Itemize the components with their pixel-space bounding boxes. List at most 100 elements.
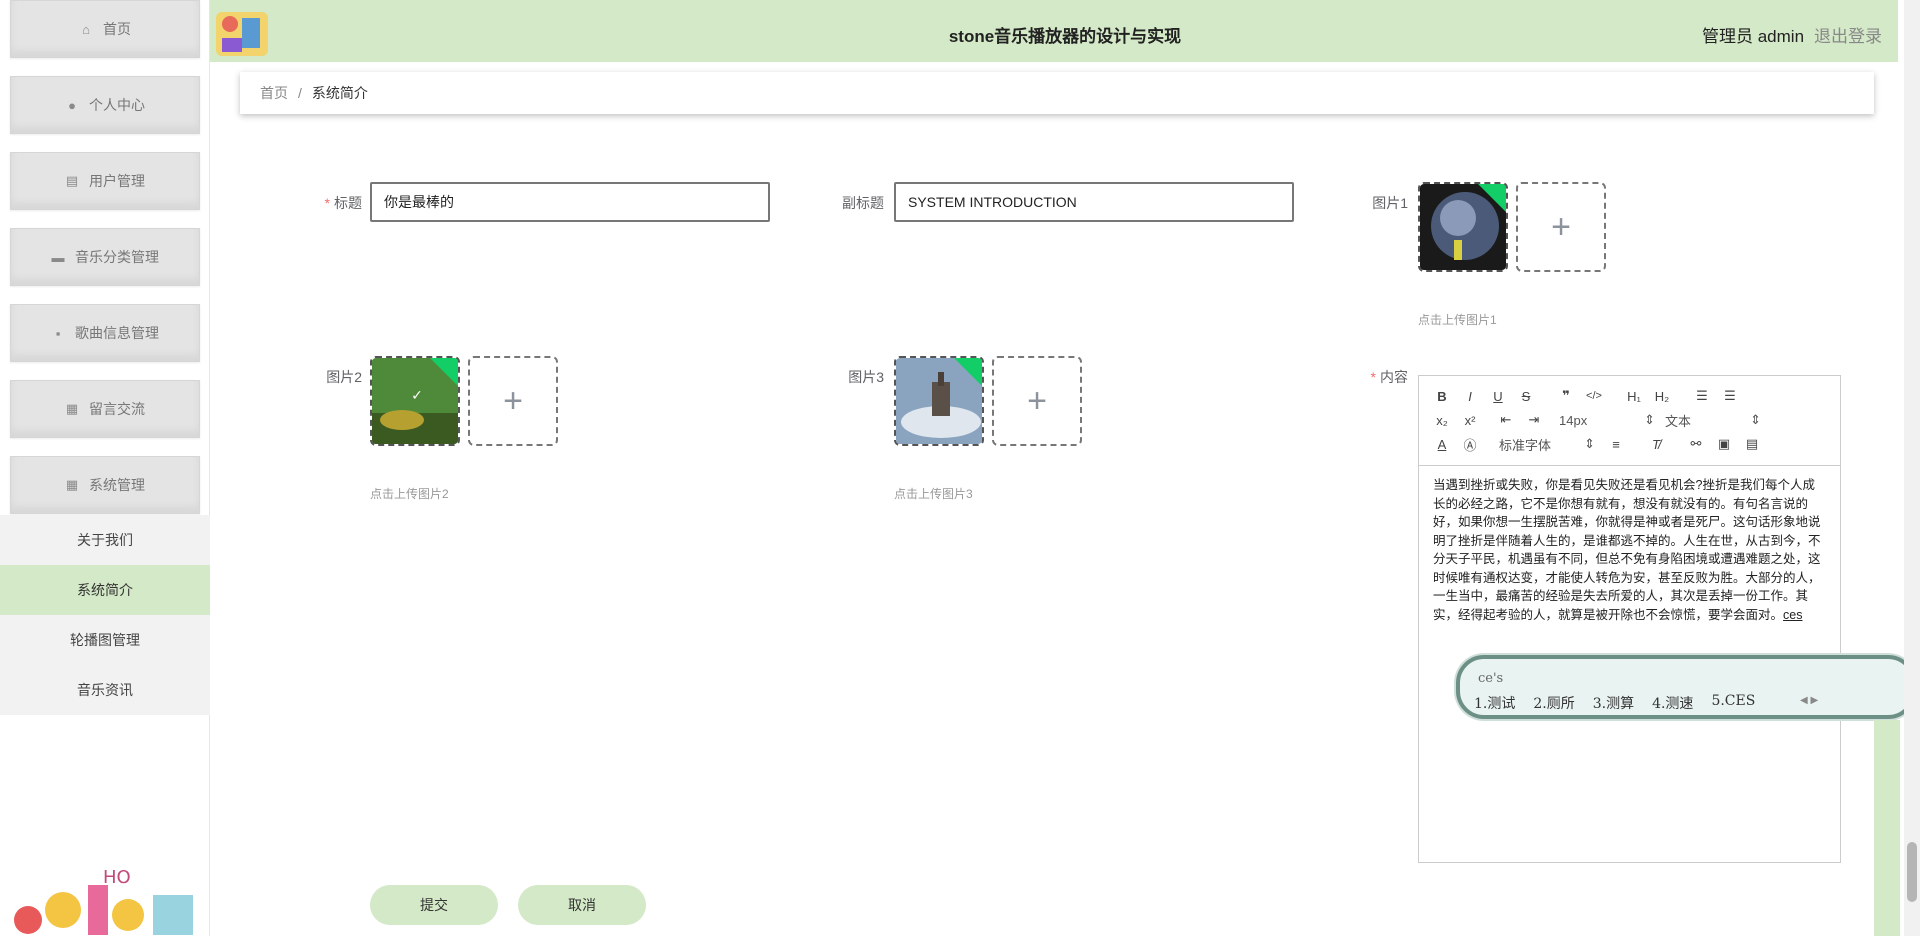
right-decoration bbox=[1874, 720, 1900, 936]
header-select[interactable]: 文本 ⇕ bbox=[1665, 409, 1761, 431]
pic2-hint: 点击上传图片2 bbox=[370, 487, 449, 501]
pic2-label: 图片2 bbox=[326, 369, 362, 385]
sidebar-item-label: 首页 bbox=[103, 21, 131, 37]
font-size-select[interactable]: 14px ⇕ bbox=[1559, 409, 1655, 431]
sidebar-item-label: 系统管理 bbox=[89, 477, 145, 493]
pic3-label: 图片3 bbox=[848, 369, 884, 385]
breadcrumb: 首页 / 系统简介 bbox=[240, 72, 1874, 114]
required-asterisk: * bbox=[324, 195, 330, 211]
content-label: * 内容 bbox=[1370, 369, 1408, 385]
bullet-list-icon[interactable]: ☰ bbox=[1719, 385, 1741, 407]
sidebar-item[interactable]: ▦ 系统管理 bbox=[10, 456, 200, 514]
editor-content[interactable]: 当遇到挫折或失败，你是看见失败还是看见机会?挫折是我们每个人成长的必经之路，它不… bbox=[1419, 466, 1840, 634]
briefcase-icon: ▬ bbox=[51, 249, 65, 265]
sidebar-item[interactable]: ● 个人中心 bbox=[10, 76, 200, 134]
bold-icon[interactable]: B bbox=[1431, 385, 1453, 407]
page-scrollbar[interactable] bbox=[1904, 0, 1920, 936]
submenu-item[interactable]: 轮播图管理 bbox=[0, 615, 210, 665]
sidebar-item[interactable]: ▦ 留言交流 bbox=[10, 380, 200, 438]
font-color-icon[interactable]: A bbox=[1431, 433, 1453, 455]
sidebar-item-label: 用户管理 bbox=[89, 173, 145, 189]
grid-icon: ▦ bbox=[65, 477, 79, 492]
pic1-label: 图片1 bbox=[1372, 195, 1408, 211]
submenu: 关于我们 系统简介 轮播图管理 音乐资讯 bbox=[0, 515, 210, 715]
ime-pinyin: ce's bbox=[1478, 671, 1504, 686]
sidebar-item-label: 歌曲信息管理 bbox=[75, 325, 159, 341]
pic3-hint: 点击上传图片3 bbox=[894, 487, 973, 501]
submit-button[interactable]: 提交 bbox=[370, 885, 498, 925]
subscript-icon[interactable]: x₂ bbox=[1431, 409, 1453, 431]
ime-candidate[interactable]: 2.厕所 bbox=[1533, 693, 1574, 713]
breadcrumb-separator: / bbox=[298, 85, 302, 101]
ime-candidate-popup: ce's 1.测试 2.厕所 3.测算 4.测速 5.CES ◀ ▶ bbox=[1456, 655, 1916, 719]
align-icon[interactable]: ≡ bbox=[1605, 433, 1627, 455]
image-icon[interactable]: ▣ bbox=[1713, 433, 1735, 455]
sidebar-item[interactable]: ⌂ 首页 bbox=[10, 0, 200, 58]
logo-image bbox=[216, 12, 268, 56]
background-color-icon[interactable]: Ⓐ bbox=[1459, 433, 1481, 455]
ime-candidate[interactable]: 1.测试 bbox=[1474, 693, 1515, 713]
sidebar-item[interactable]: ▤ 用户管理 bbox=[10, 152, 200, 210]
svg-text:✓: ✓ bbox=[411, 388, 423, 404]
select-arrow-icon: ⇕ bbox=[1584, 436, 1595, 451]
underline-icon[interactable]: U bbox=[1487, 385, 1509, 407]
svg-text:HO: HO bbox=[103, 867, 131, 888]
subtitle-label: 副标题 bbox=[842, 195, 884, 211]
ime-candidates: 1.测试 2.厕所 3.测算 4.测速 5.CES bbox=[1474, 693, 1773, 713]
editor-toolbar: B I U S ❞ </> H₁ H₂ ☰ ☰ x₂ x² ⇤ ⇥ 14px ⇕ … bbox=[1419, 376, 1840, 466]
clear-format-icon[interactable]: T̸ bbox=[1645, 433, 1667, 455]
sidebar-item-label: 音乐分类管理 bbox=[75, 249, 159, 265]
sidebar-item[interactable]: ▪ 歌曲信息管理 bbox=[10, 304, 200, 362]
pic3-thumbnail[interactable] bbox=[894, 356, 984, 446]
rich-text-editor: B I U S ❞ </> H₁ H₂ ☰ ☰ x₂ x² ⇤ ⇥ 14px ⇕ … bbox=[1418, 375, 1841, 863]
ime-candidate[interactable]: 5.CES bbox=[1711, 693, 1755, 713]
submenu-item[interactable]: 音乐资讯 bbox=[0, 665, 210, 715]
font-family-select[interactable]: 标准字体 ⇕ bbox=[1499, 433, 1595, 455]
blockquote-icon[interactable]: ❞ bbox=[1555, 385, 1577, 407]
h1-icon[interactable]: H₁ bbox=[1623, 385, 1645, 407]
italic-icon[interactable]: I bbox=[1459, 385, 1481, 407]
ime-candidate[interactable]: 4.测速 bbox=[1652, 693, 1693, 713]
submenu-item[interactable]: 系统简介 bbox=[0, 565, 210, 615]
ime-page-arrows-icon[interactable]: ◀ ▶ bbox=[1800, 695, 1818, 706]
cancel-button[interactable]: 取消 bbox=[518, 885, 646, 925]
superscript-icon[interactable]: x² bbox=[1459, 409, 1481, 431]
clipboard-icon: ▤ bbox=[65, 173, 79, 188]
sidebar-item[interactable]: ▬ 音乐分类管理 bbox=[10, 228, 200, 286]
breadcrumb-current: 系统简介 bbox=[311, 85, 368, 101]
strikethrough-icon[interactable]: S bbox=[1515, 385, 1537, 407]
pic2-upload-button[interactable]: + bbox=[468, 356, 558, 446]
message-icon: ▪ bbox=[55, 325, 61, 341]
app-title: stone音乐播放器的设计与实现 bbox=[948, 27, 1182, 46]
sidebar-item-label: 留言交流 bbox=[89, 401, 145, 417]
scrollbar-thumb[interactable] bbox=[1907, 842, 1917, 902]
title-label: * 标题 bbox=[324, 195, 362, 211]
ordered-list-icon[interactable]: ☰ bbox=[1691, 385, 1713, 407]
submenu-item[interactable]: 关于我们 bbox=[0, 515, 210, 565]
video-icon[interactable]: ▤ bbox=[1741, 433, 1763, 455]
subtitle-input[interactable]: SYSTEM INTRODUCTION bbox=[894, 182, 1294, 222]
current-user: 管理员 admin bbox=[1702, 27, 1805, 46]
pic3-upload-button[interactable]: + bbox=[992, 356, 1082, 446]
logout-link[interactable]: 退出登录 bbox=[1814, 22, 1882, 47]
code-block-icon[interactable]: </> bbox=[1583, 385, 1605, 407]
required-asterisk: * bbox=[1370, 369, 1376, 385]
pic2-thumbnail[interactable]: ✓ bbox=[370, 356, 460, 446]
pic1-hint: 点击上传图片1 bbox=[1418, 313, 1497, 327]
pic1-thumbnail[interactable] bbox=[1418, 182, 1508, 272]
ime-candidate[interactable]: 3.测算 bbox=[1593, 693, 1634, 713]
grid-icon: ▦ bbox=[65, 401, 79, 416]
h2-icon[interactable]: H₂ bbox=[1651, 385, 1673, 407]
sidebar-item-label: 个人中心 bbox=[89, 97, 145, 113]
breadcrumb-home[interactable]: 首页 bbox=[260, 83, 288, 103]
sidebar-decoration-image: HO bbox=[14, 867, 193, 935]
select-arrow-icon: ⇕ bbox=[1644, 412, 1655, 427]
user-icon: ● bbox=[68, 97, 76, 113]
typed-composition: ces bbox=[1783, 607, 1803, 622]
indent-icon[interactable]: ⇥ bbox=[1523, 409, 1545, 431]
link-icon[interactable]: ⚯ bbox=[1685, 433, 1707, 455]
pic1-upload-button[interactable]: + bbox=[1516, 182, 1606, 272]
select-arrow-icon: ⇕ bbox=[1750, 412, 1761, 427]
outdent-icon[interactable]: ⇤ bbox=[1495, 409, 1517, 431]
title-input[interactable]: 你是最棒的 bbox=[370, 182, 770, 222]
